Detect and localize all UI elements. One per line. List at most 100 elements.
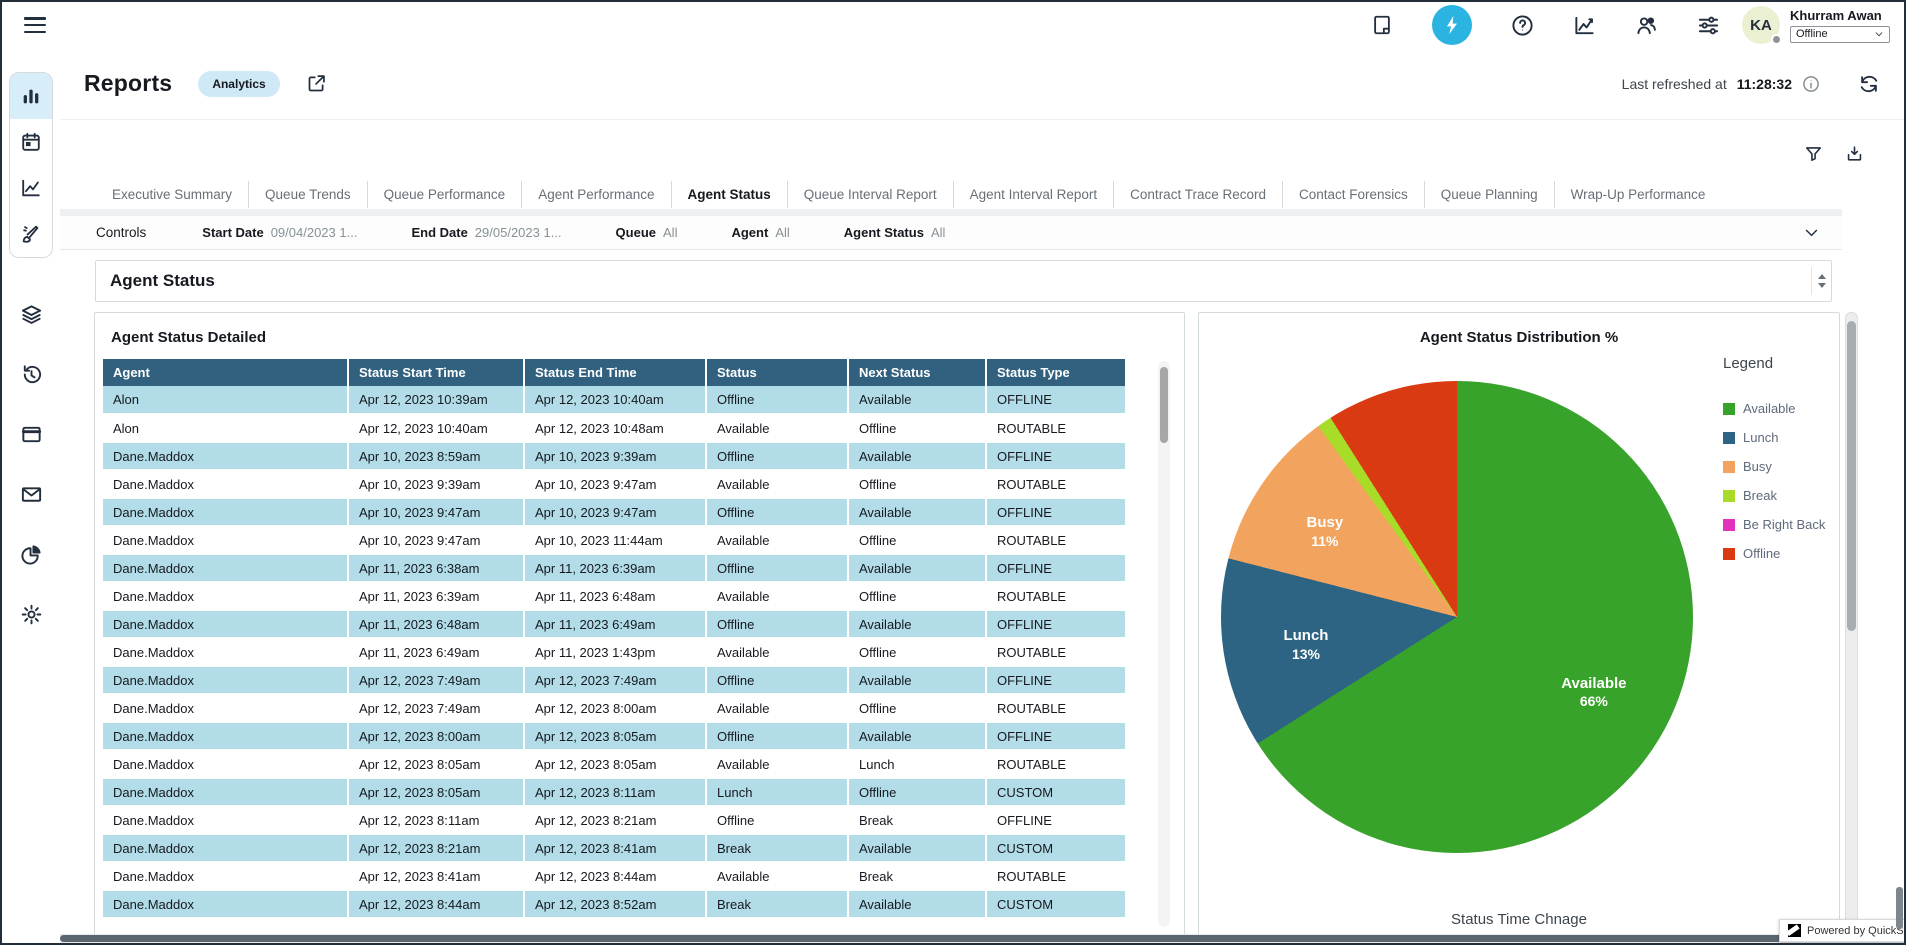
legend-item-lunch[interactable]: Lunch — [1723, 423, 1839, 452]
sidebar-item-pie-chart[interactable] — [9, 524, 53, 584]
column-header[interactable]: Status End Time — [524, 359, 706, 386]
table-row[interactable]: Dane.MaddoxApr 12, 2023 8:44amApr 12, 20… — [103, 890, 1126, 918]
people-icon[interactable] — [1634, 13, 1658, 37]
tab-contract-trace-record[interactable]: Contract Trace Record — [1113, 181, 1282, 208]
table-cell: Dane.Maddox — [103, 666, 348, 694]
legend-item-available[interactable]: Available — [1723, 394, 1839, 423]
tab-executive-summary[interactable]: Executive Summary — [96, 181, 248, 208]
column-header[interactable]: Next Status — [848, 359, 986, 386]
table-row[interactable]: Dane.MaddoxApr 12, 2023 8:05amApr 12, 20… — [103, 750, 1126, 778]
external-link-icon[interactable] — [306, 73, 327, 94]
table-row[interactable]: Dane.MaddoxApr 12, 2023 8:21amApr 12, 20… — [103, 834, 1126, 862]
legend-item-busy[interactable]: Busy — [1723, 452, 1839, 481]
lightning-bolt-icon[interactable] — [1432, 5, 1472, 45]
control-filter-agent[interactable]: AgentAll — [731, 225, 789, 240]
table-row[interactable]: Dane.MaddoxApr 12, 2023 8:05amApr 12, 20… — [103, 778, 1126, 806]
table-cell: Offline — [848, 778, 986, 806]
table-row[interactable]: Dane.MaddoxApr 11, 2023 6:49amApr 11, 20… — [103, 638, 1126, 666]
tab-agent-status[interactable]: Agent Status — [671, 181, 787, 208]
help-icon[interactable] — [1510, 13, 1534, 37]
table-row[interactable]: Dane.MaddoxApr 11, 2023 6:38amApr 11, 20… — [103, 554, 1126, 582]
table-row[interactable]: Dane.MaddoxApr 11, 2023 6:39amApr 11, 20… — [103, 582, 1126, 610]
table-row[interactable]: Dane.MaddoxApr 12, 2023 7:49amApr 12, 20… — [103, 666, 1126, 694]
section-panel-header: Agent Status — [95, 260, 1832, 302]
tab-queue-interval-report[interactable]: Queue Interval Report — [787, 181, 953, 208]
table-row[interactable]: Dane.MaddoxApr 12, 2023 8:11amApr 12, 20… — [103, 806, 1126, 834]
sidebar-item-window[interactable] — [9, 404, 53, 464]
page-scrollbar-thumb[interactable] — [1896, 887, 1903, 929]
note-icon[interactable] — [1370, 13, 1394, 37]
tabs-strip — [60, 209, 1842, 216]
table-cell: Apr 10, 2023 8:59am — [348, 442, 524, 470]
table-row[interactable]: Dane.MaddoxApr 10, 2023 8:59amApr 10, 20… — [103, 442, 1126, 470]
status-select[interactable]: Offline — [1790, 26, 1890, 43]
table-row[interactable]: Dane.MaddoxApr 10, 2023 9:47amApr 10, 20… — [103, 526, 1126, 554]
tab-agent-performance[interactable]: Agent Performance — [521, 181, 670, 208]
powered-by-text: Powered by QuickSight — [1807, 925, 1906, 937]
column-header[interactable]: Status — [706, 359, 848, 386]
table-row[interactable]: Dane.MaddoxApr 11, 2023 6:48amApr 11, 20… — [103, 610, 1126, 638]
status-distribution-pie[interactable]: Busy11%Lunch13%Available66% — [1221, 381, 1693, 853]
bar-chart-icon — [20, 85, 42, 107]
sidebar-item-gear[interactable] — [9, 584, 53, 644]
dashboard-embed: Executive SummaryQueue TrendsQueue Perfo… — [60, 120, 1904, 943]
refresh-icon[interactable] — [1858, 73, 1880, 95]
powered-by-quicksight-badge[interactable]: Powered by QuickSight — [1779, 919, 1906, 942]
sidebar-item-layers[interactable] — [9, 284, 53, 344]
table-row[interactable]: AlonApr 12, 2023 10:39amApr 12, 2023 10:… — [103, 386, 1126, 414]
table-row[interactable]: AlonApr 12, 2023 10:40amApr 12, 2023 10:… — [103, 414, 1126, 442]
line-chart-icon[interactable] — [1572, 13, 1596, 37]
embed-scrollbar-thumb[interactable] — [1847, 321, 1856, 631]
tab-queue-performance[interactable]: Queue Performance — [367, 181, 522, 208]
panel-spinner[interactable] — [1811, 267, 1831, 295]
legend-label: Lunch — [1743, 430, 1778, 445]
table-row[interactable]: Dane.MaddoxApr 12, 2023 7:49amApr 12, 20… — [103, 694, 1126, 722]
column-header[interactable]: Agent — [103, 359, 348, 386]
table-row[interactable]: Dane.MaddoxApr 10, 2023 9:39amApr 10, 20… — [103, 470, 1126, 498]
table-cell: Dane.Maddox — [103, 554, 348, 582]
tab-wrap-up-performance[interactable]: Wrap-Up Performance — [1554, 181, 1722, 208]
sidebar-item-mail[interactable] — [9, 464, 53, 524]
tab-queue-planning[interactable]: Queue Planning — [1424, 181, 1554, 208]
control-filter-end-date[interactable]: End Date29/05/2023 1... — [411, 225, 561, 240]
table-cell: CUSTOM — [986, 778, 1126, 806]
sidebar-item-calendar[interactable] — [10, 119, 52, 165]
table-cell: ROUTABLE — [986, 638, 1126, 666]
table-cell: Dane.Maddox — [103, 862, 348, 890]
control-filter-start-date[interactable]: Start Date09/04/2023 1... — [202, 225, 357, 240]
table-cell: Apr 11, 2023 6:38am — [348, 554, 524, 582]
analytics-badge[interactable]: Analytics — [198, 71, 279, 97]
filter-icon[interactable] — [1804, 144, 1823, 163]
legend-item-be-right-back[interactable]: Be Right Back — [1723, 510, 1839, 539]
table-row[interactable]: Dane.MaddoxApr 12, 2023 8:41amApr 12, 20… — [103, 862, 1126, 890]
table-cell: Apr 10, 2023 9:39am — [348, 470, 524, 498]
sidebar-item-bar-chart[interactable] — [10, 73, 52, 119]
tab-contact-forensics[interactable]: Contact Forensics — [1282, 181, 1424, 208]
hamburger-menu-icon[interactable] — [24, 17, 46, 33]
info-icon[interactable] — [1802, 75, 1820, 93]
sidebar-item-trend[interactable] — [10, 165, 52, 211]
legend-item-offline[interactable]: Offline — [1723, 539, 1839, 568]
column-header[interactable]: Status Start Time — [348, 359, 524, 386]
last-refreshed-time: 11:28:32 — [1737, 76, 1792, 92]
table-cell: Apr 12, 2023 10:48am — [524, 414, 706, 442]
sliders-icon[interactable] — [1696, 13, 1720, 37]
legend-item-break[interactable]: Break — [1723, 481, 1839, 510]
tab-queue-trends[interactable]: Queue Trends — [248, 181, 367, 208]
table-cell: Available — [848, 890, 986, 918]
column-header[interactable]: Status Type — [986, 359, 1126, 386]
tab-agent-interval-report[interactable]: Agent Interval Report — [953, 181, 1114, 208]
table-cell: Available — [848, 610, 986, 638]
export-icon[interactable] — [1845, 144, 1864, 163]
sidebar-item-history[interactable] — [9, 344, 53, 404]
table-cell: Apr 12, 2023 7:49am — [348, 666, 524, 694]
table-row[interactable]: Dane.MaddoxApr 12, 2023 8:00amApr 12, 20… — [103, 722, 1126, 750]
control-filter-queue[interactable]: QueueAll — [616, 225, 678, 240]
control-filter-agent-status[interactable]: Agent StatusAll — [844, 225, 946, 240]
sidebar-item-design[interactable] — [10, 211, 52, 257]
controls-collapse-icon[interactable] — [1803, 224, 1820, 246]
table-scrollbar-thumb[interactable] — [1160, 367, 1168, 443]
horizontal-scrollbar-thumb[interactable] — [60, 935, 1904, 942]
table-cell: Offline — [706, 386, 848, 414]
table-row[interactable]: Dane.MaddoxApr 10, 2023 9:47amApr 10, 20… — [103, 498, 1126, 526]
